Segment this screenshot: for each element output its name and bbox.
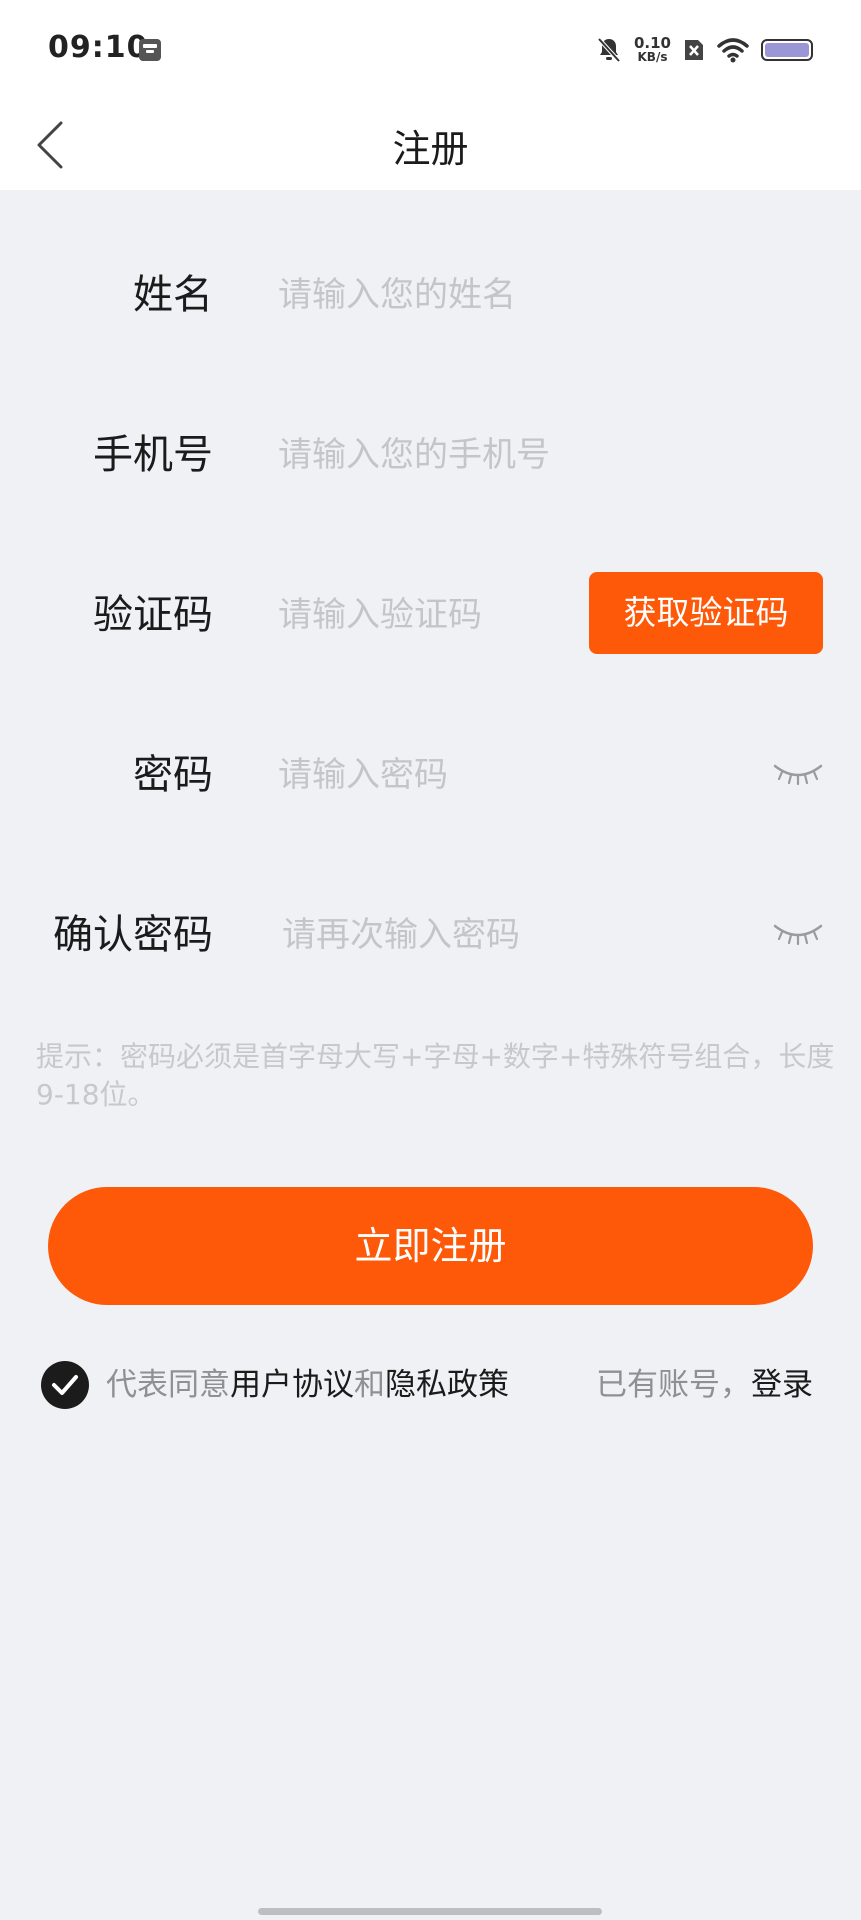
confirm-password-input[interactable] [282,905,752,965]
user-agreement-link[interactable]: 用户协议 [230,1367,354,1403]
sim-no-signal-icon [685,40,703,60]
login-prompt: 已有账号，登录 [596,1362,813,1408]
password-label: 密码 [133,752,213,798]
mute-bell-icon [597,37,621,63]
agreement-text: 代表同意用户协议和隐私政策 [106,1362,509,1408]
page-title: 注册 [392,127,469,171]
name-row: 姓名 [0,245,861,345]
nav-bar: 注册 [0,100,861,190]
network-speed: 0.10 KB/s [633,34,671,65]
name-input[interactable] [278,265,758,325]
privacy-policy-link[interactable]: 隐私政策 [385,1367,509,1403]
check-icon [52,1375,78,1395]
verification-code-input[interactable] [278,585,568,645]
confirm-password-row: 确认密码 [0,885,861,985]
battery-icon [761,39,813,61]
verification-code-label: 验证码 [93,592,213,638]
password-hint: 提示：密码必须是首字母大写+字母+数字+特殊符号组合，长度9-18位。 [36,1040,835,1111]
app-notification-icon [139,39,161,61]
register-button[interactable]: 立即注册 [48,1187,813,1305]
eye-closed-icon[interactable] [772,758,824,792]
phone-label: 手机号 [93,432,213,478]
agreement-and: 和 [354,1367,385,1403]
agreement-prefix: 代表同意 [106,1367,230,1403]
eye-closed-icon[interactable] [772,918,824,952]
confirm-password-label: 确认密码 [53,912,213,958]
password-input[interactable] [278,745,748,805]
password-row: 密码 [0,725,861,825]
phone-input[interactable] [278,425,758,485]
agreement-checkbox[interactable] [41,1361,89,1409]
status-icons: 0.10 KB/s [596,32,813,68]
wifi-icon [717,38,749,63]
status-bar: 09:10 0.10 KB/s [0,0,861,100]
get-code-button[interactable]: 获取验证码 [589,572,823,654]
status-time: 09:10 [48,30,149,65]
name-label: 姓名 [133,272,213,318]
login-link[interactable]: 登录 [751,1367,813,1403]
network-speed-unit: KB/s [637,50,668,64]
home-indicator[interactable] [258,1908,602,1915]
login-prefix: 已有账号， [596,1367,751,1403]
network-speed-value: 0.10 [633,34,671,52]
phone-row: 手机号 [0,405,861,505]
